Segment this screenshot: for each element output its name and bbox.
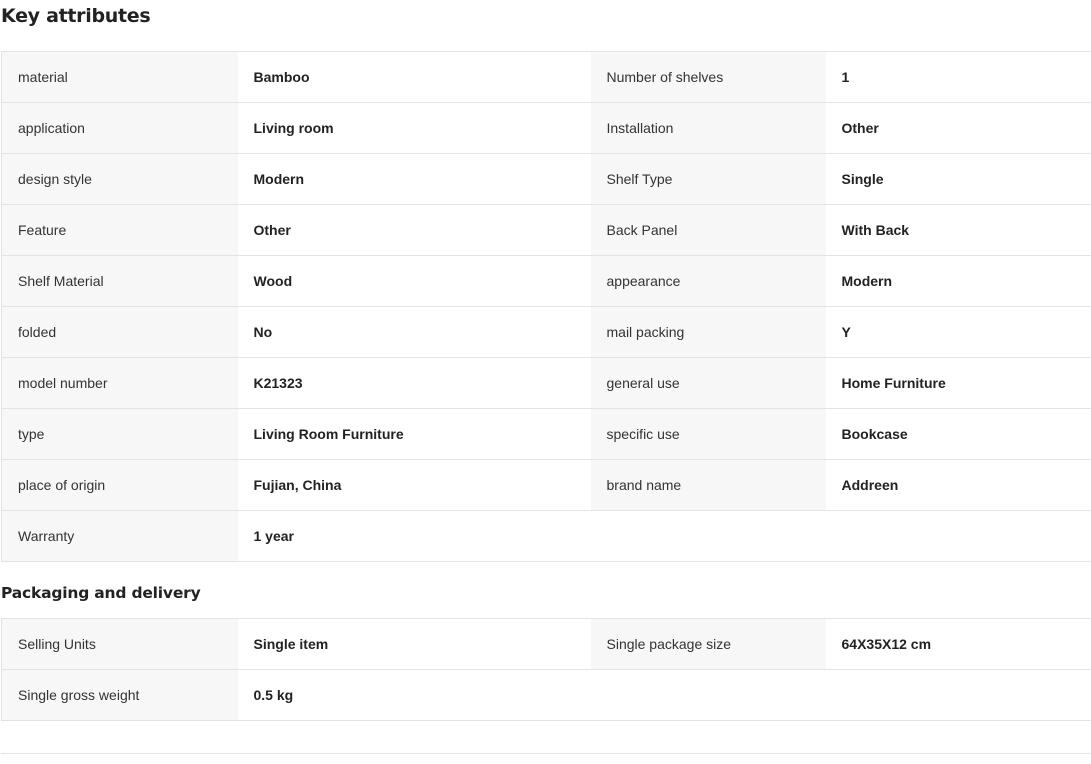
table-row: material Bamboo Number of shelves 1 [1,51,1091,103]
attribute-value: 1 year [237,510,591,562]
table-row: Shelf Material Wood appearance Modern [1,255,1091,307]
attribute-value: Single [825,153,1091,205]
attribute-value: 0.5 kg [237,669,591,721]
attribute-value: Fujian, China [237,459,591,511]
table-row: Feature Other Back Panel With Back [1,204,1091,256]
empty-cell [590,669,826,721]
attribute-label: Number of shelves [590,51,826,103]
attribute-value: Bamboo [237,51,591,103]
table-row: Single gross weight 0.5 kg [1,669,1091,721]
key-attributes-table: material Bamboo Number of shelves 1 appl… [1,51,1091,562]
packaging-table: Selling Units Single item Single package… [1,618,1091,721]
attribute-label: design style [1,153,238,205]
table-row: design style Modern Shelf Type Single [1,153,1091,205]
attribute-value: Other [825,102,1091,154]
attribute-label: Single package size [590,618,826,670]
attribute-value: K21323 [237,357,591,409]
table-row: type Living Room Furniture specific use … [1,408,1091,460]
attribute-value: Home Furniture [825,357,1091,409]
attribute-value: Single item [237,618,591,670]
attribute-label: appearance [590,255,826,307]
attribute-label: Installation [590,102,826,154]
attribute-value: Bookcase [825,408,1091,460]
attribute-label: specific use [590,408,826,460]
attribute-value: Other [237,204,591,256]
attribute-label: Single gross weight [1,669,238,721]
attribute-label: general use [590,357,826,409]
table-row: model number K21323 general use Home Fur… [1,357,1091,409]
attribute-label: Shelf Material [1,255,238,307]
attribute-label: brand name [590,459,826,511]
attribute-value: Wood [237,255,591,307]
attribute-label: Selling Units [1,618,238,670]
table-row: Warranty 1 year [1,510,1091,562]
attribute-value: With Back [825,204,1091,256]
table-row: folded No mail packing Y [1,306,1091,358]
attribute-value: Y [825,306,1091,358]
attribute-label: Back Panel [590,204,826,256]
attribute-label: mail packing [590,306,826,358]
attribute-value: Living room [237,102,591,154]
attribute-label: Shelf Type [590,153,826,205]
empty-cell [590,510,826,562]
attribute-label: folded [1,306,238,358]
packaging-heading: Packaging and delivery [1,584,201,602]
table-row: application Living room Installation Oth… [1,102,1091,154]
empty-cell [825,669,1091,721]
attribute-value: Modern [825,255,1091,307]
section-divider [1,753,1091,754]
table-row: Selling Units Single item Single package… [1,618,1091,670]
attribute-value: Modern [237,153,591,205]
attribute-label: model number [1,357,238,409]
attribute-value: 1 [825,51,1091,103]
key-attributes-heading: Key attributes [1,5,151,27]
attribute-value: 64X35X12 cm [825,618,1091,670]
table-row: place of origin Fujian, China brand name… [1,459,1091,511]
attribute-label: material [1,51,238,103]
attribute-label: application [1,102,238,154]
attribute-value: Addreen [825,459,1091,511]
attribute-label: place of origin [1,459,238,511]
empty-cell [825,510,1091,562]
attribute-value: No [237,306,591,358]
attribute-label: type [1,408,238,460]
attribute-label: Feature [1,204,238,256]
attribute-label: Warranty [1,510,238,562]
attribute-value: Living Room Furniture [237,408,591,460]
